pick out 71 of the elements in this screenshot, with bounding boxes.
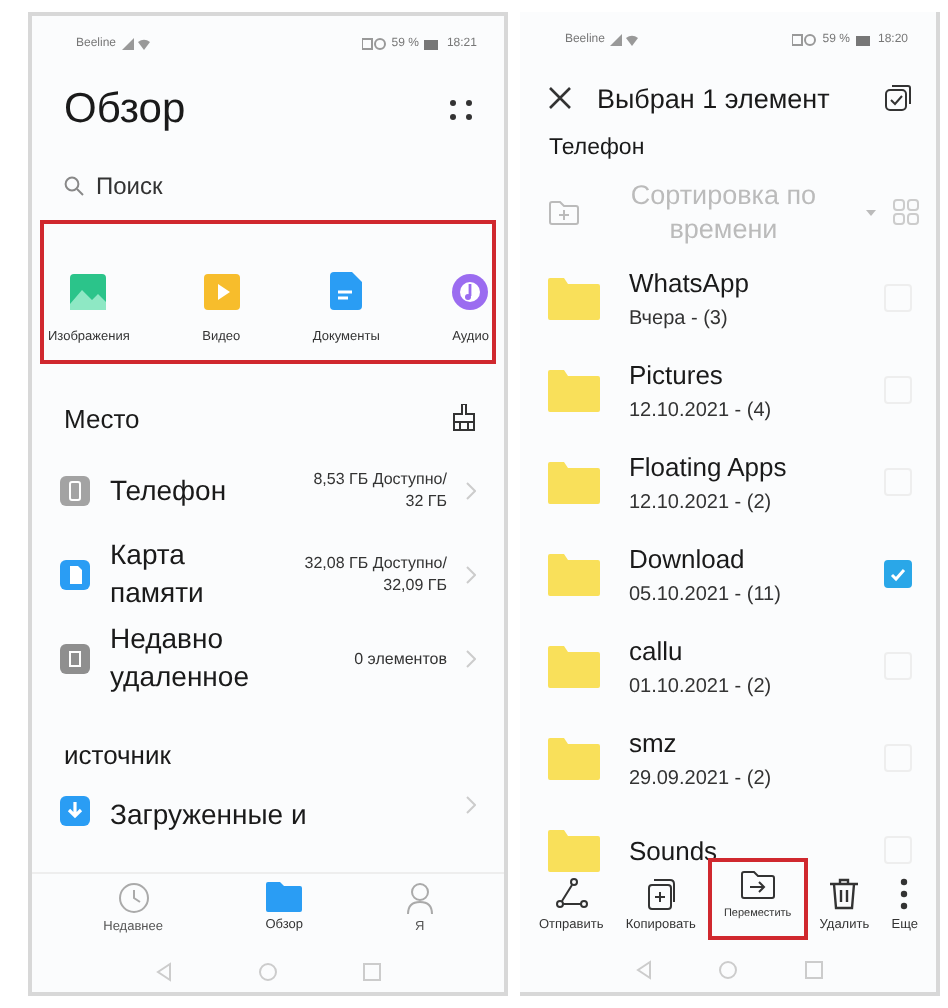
folder-icon — [548, 829, 601, 871]
select-all-icon[interactable] — [884, 84, 912, 112]
folder-arrow-icon — [739, 870, 776, 900]
page-title: Обзор — [64, 86, 186, 134]
recents-icon — [803, 960, 824, 980]
storage-info: 8,53 ГБ Доступно/ 32 ГБ — [311, 468, 447, 512]
close-icon[interactable] — [548, 86, 573, 110]
section-title: источник — [64, 739, 171, 769]
folder-icon — [548, 737, 601, 779]
dropdown-caret-icon — [866, 209, 876, 215]
folder-name[interactable]: smz — [628, 727, 856, 757]
location-label: Телефон — [546, 134, 647, 164]
battery-icon — [855, 35, 872, 45]
folder-icon — [548, 461, 601, 503]
storage-info: 0 элементов — [352, 647, 447, 669]
folder-icon — [266, 882, 303, 912]
copy-icon — [644, 878, 677, 910]
checkmark-icon — [890, 567, 906, 581]
clock-icon — [117, 882, 150, 914]
signal-icon — [610, 34, 639, 46]
back-icon — [154, 962, 175, 982]
chevron-icon — [466, 649, 477, 667]
selection-title: Выбран 1 элемент — [596, 83, 832, 113]
document-icon — [330, 272, 363, 310]
storage-name[interactable]: Телефон — [110, 471, 279, 509]
home-icon — [258, 962, 279, 982]
folder-meta: 29.09.2021 - (2) — [628, 767, 774, 789]
folder-name[interactable]: callu — [628, 635, 856, 665]
share-icon — [555, 878, 588, 910]
chevron-icon — [466, 565, 477, 583]
battery-icon — [424, 39, 441, 49]
folder-meta: 12.10.2021 - (2) — [628, 491, 774, 513]
image-icon — [70, 274, 107, 310]
home-icon — [718, 960, 739, 980]
storage-info: 32,08 ГБ Доступно/ 32,09 ГБ — [302, 552, 447, 596]
search-icon — [64, 176, 84, 196]
folder-meta: 01.10.2021 - (2) — [628, 675, 774, 697]
folder-icon — [548, 553, 601, 595]
new-folder-icon[interactable] — [548, 199, 581, 225]
chevron-icon — [466, 481, 477, 499]
more-icon — [900, 878, 909, 910]
broom-icon[interactable] — [452, 404, 477, 432]
checkbox[interactable] — [884, 560, 912, 588]
music-disc-icon — [452, 274, 489, 310]
menu-icon[interactable] — [450, 100, 473, 120]
storage-name[interactable]: Недавно удаленное — [110, 620, 279, 696]
folder-name[interactable]: Pictures — [628, 359, 856, 389]
folder-meta: 05.10.2021 - (11) — [628, 583, 783, 605]
video-icon — [203, 274, 240, 310]
person-icon — [405, 882, 434, 914]
search-field[interactable]: Поиск — [32, 152, 505, 220]
folder-name[interactable]: Download — [628, 543, 856, 573]
signal-icon — [122, 38, 151, 50]
folder-icon — [548, 277, 601, 319]
download-icon — [60, 796, 90, 826]
source-name[interactable]: Загруженные и — [110, 796, 447, 834]
section-title: Место — [64, 403, 140, 433]
back-icon — [633, 960, 654, 980]
folder-name[interactable]: WhatsApp — [628, 267, 856, 297]
recents-icon — [362, 962, 383, 982]
folder-name[interactable]: Floating Apps — [628, 451, 856, 481]
grid-view-icon[interactable] — [892, 198, 920, 226]
folder-meta: 12.10.2021 - (4) — [628, 399, 774, 421]
folder-icon — [548, 369, 601, 411]
folder-meta: Вчера - (3) — [628, 307, 730, 329]
phone-icon — [60, 475, 90, 505]
chevron-icon — [466, 796, 477, 814]
sd-card-icon — [60, 559, 90, 589]
folder-icon — [548, 645, 601, 687]
delete-icon — [830, 878, 859, 910]
storage-name[interactable]: Карта памяти — [110, 536, 279, 612]
